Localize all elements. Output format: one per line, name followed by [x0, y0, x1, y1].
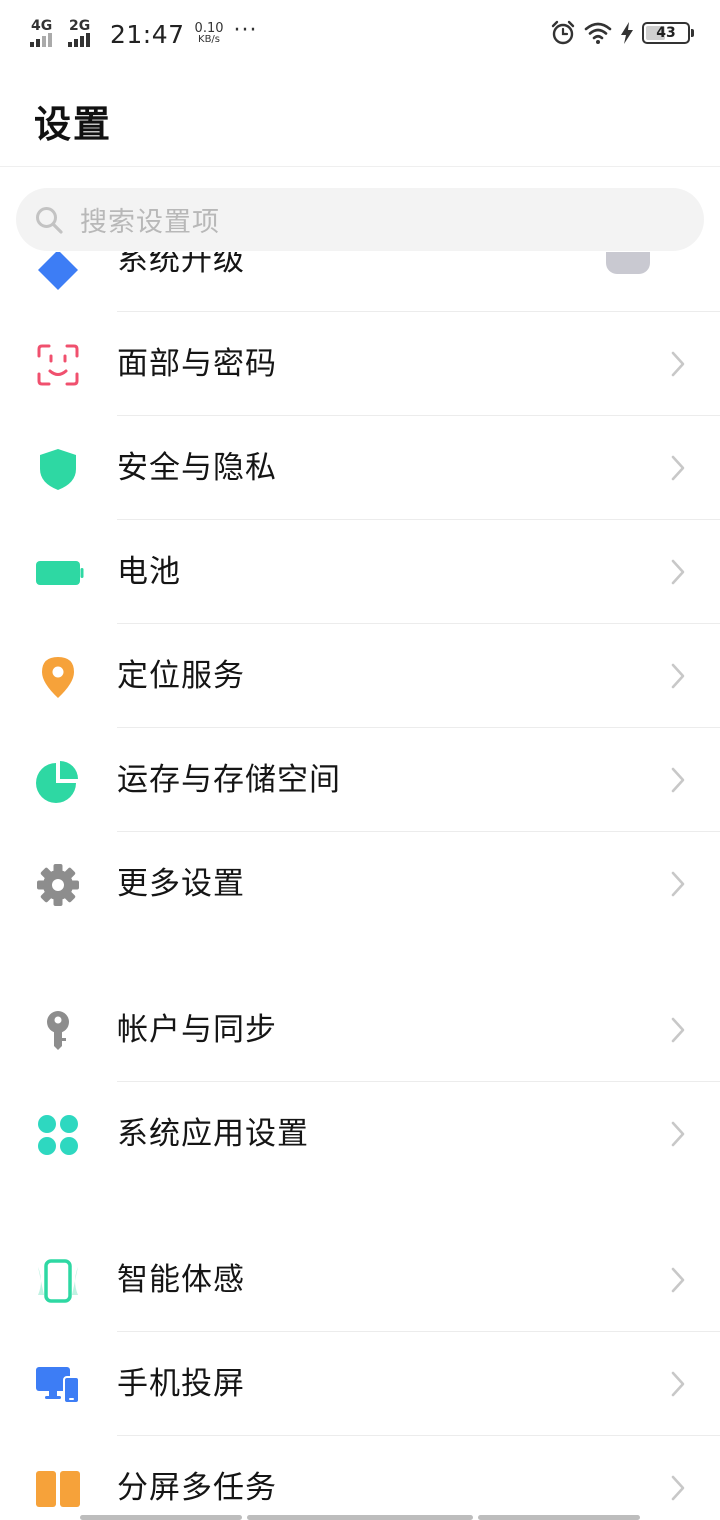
settings-list: 系统升级 面部与密码 安全与隐私 电池 定位服务 运存与存储空间 更多设置 帐户…	[0, 252, 720, 1520]
update-badge	[606, 252, 650, 274]
location-pin-icon	[42, 657, 74, 698]
battery-level: 43	[656, 25, 676, 41]
settings-item-security-privacy[interactable]: 安全与隐私	[0, 416, 720, 520]
search-bar[interactable]: 搜索设置项	[16, 188, 704, 251]
settings-item-account-sync[interactable]: 帐户与同步	[0, 978, 720, 1082]
speed-value: 0.10	[194, 21, 224, 36]
page-title: 设置	[34, 103, 112, 146]
settings-item-storage[interactable]: 运存与存储空间	[0, 728, 720, 832]
settings-item-label: 智能体感	[117, 1262, 245, 1298]
more-notifications-icon: ···	[233, 17, 258, 43]
settings-item-smart-motion[interactable]: 智能体感	[0, 1228, 720, 1332]
wifi-icon	[584, 22, 612, 44]
chevron-right-icon	[671, 767, 685, 793]
alarm-icon	[551, 20, 575, 45]
signal-2g-icon: 2G	[68, 19, 98, 49]
status-bar: 4G 2G 21:47 0.10 KB/s ··· 43	[0, 0, 720, 66]
settings-item-label: 安全与隐私	[117, 450, 277, 486]
settings-item-label: 面部与密码	[117, 346, 277, 382]
chevron-right-icon	[671, 559, 685, 585]
signal-generation-label: 4G	[31, 18, 53, 34]
system-update-icon	[38, 252, 78, 290]
gear-icon	[37, 864, 79, 906]
chevron-right-icon	[671, 1121, 685, 1147]
settings-item-label: 帐户与同步	[117, 1012, 277, 1048]
search-icon	[36, 206, 63, 234]
settings-item-system-apps[interactable]: 系统应用设置	[0, 1082, 720, 1186]
settings-item-battery[interactable]: 电池	[0, 520, 720, 624]
settings-item-screen-cast[interactable]: 手机投屏	[0, 1332, 720, 1436]
chevron-right-icon	[671, 1017, 685, 1043]
chevron-right-icon	[671, 351, 685, 377]
settings-item-label: 手机投屏	[117, 1366, 245, 1402]
charging-icon	[621, 22, 633, 44]
phone-motion-icon	[38, 1259, 78, 1303]
gesture-hint-center[interactable]	[247, 1515, 473, 1520]
speed-unit: KB/s	[198, 34, 221, 45]
chevron-right-icon	[671, 455, 685, 481]
shield-icon	[40, 449, 76, 490]
settings-item-label: 电池	[117, 554, 181, 590]
chevron-right-icon	[671, 871, 685, 897]
header-divider	[0, 166, 720, 167]
settings-item-label: 运存与存储空间	[117, 762, 341, 798]
settings-item-location[interactable]: 定位服务	[0, 624, 720, 728]
network-speed: 0.10 KB/s	[194, 21, 224, 45]
settings-item-label: 定位服务	[117, 658, 245, 694]
settings-item-label: 系统应用设置	[117, 1116, 309, 1152]
settings-item-system-update[interactable]: 系统升级	[0, 252, 720, 312]
pie-chart-icon	[36, 761, 78, 803]
settings-item-label: 分屏多任务	[117, 1470, 277, 1506]
settings-item-label: 更多设置	[117, 866, 245, 902]
chevron-right-icon	[671, 1475, 685, 1501]
chevron-right-icon	[671, 1267, 685, 1293]
signal-4g-icon: 4G	[30, 19, 60, 49]
key-icon	[47, 1011, 69, 1050]
settings-item-more-settings[interactable]: 更多设置	[0, 832, 720, 936]
status-right: 43	[550, 16, 694, 50]
settings-item-split-screen[interactable]: 分屏多任务	[0, 1436, 720, 1520]
chevron-right-icon	[671, 663, 685, 689]
apps-grid-icon	[38, 1115, 78, 1155]
clock: 21:47	[110, 19, 185, 49]
battery-icon	[36, 561, 84, 585]
screen-cast-icon	[36, 1367, 80, 1404]
search-placeholder: 搜索设置项	[80, 207, 220, 238]
battery-indicator: 43	[642, 22, 694, 44]
gesture-hint-right	[478, 1515, 640, 1520]
status-left: 4G 2G 21:47 0.10 KB/s ···	[30, 14, 257, 54]
signal-generation-label: 2G	[69, 18, 91, 34]
face-id-icon	[37, 344, 79, 386]
settings-item-label: 系统升级	[117, 252, 245, 278]
chevron-right-icon	[671, 1371, 685, 1397]
settings-item-face-password[interactable]: 面部与密码	[0, 312, 720, 416]
gesture-hint-left	[80, 1515, 242, 1520]
split-screen-icon	[36, 1471, 80, 1507]
